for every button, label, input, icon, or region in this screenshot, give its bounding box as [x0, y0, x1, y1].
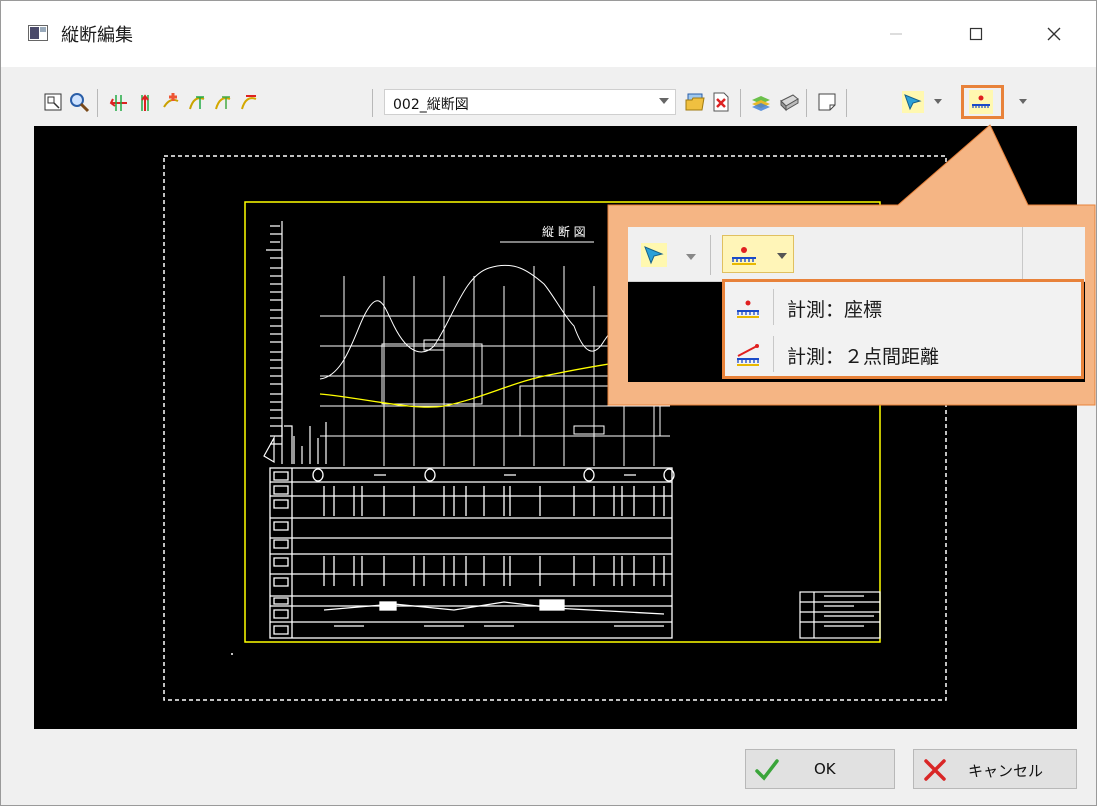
delete-file-icon: [713, 92, 729, 112]
profile-drawing: 縦 断 図: [163, 155, 947, 701]
curve-yellow-button[interactable]: [210, 89, 236, 115]
curve-icon: [189, 96, 205, 110]
layers-icon: [752, 96, 770, 111]
close-icon: [924, 759, 946, 781]
minimize-button[interactable]: [879, 17, 913, 51]
open-folder-button[interactable]: [682, 89, 708, 115]
chevron-down-icon[interactable]: [1019, 99, 1027, 104]
chevron-down-icon[interactable]: [686, 254, 696, 260]
arrow-red-up-icon: [141, 94, 149, 111]
dialog-window: 縦断編集 002_縦断図 縦 断 図 OK キャンセル: [0, 0, 1097, 806]
layers-button[interactable]: [748, 89, 774, 115]
menu-item-label: 計測：２点間距離: [787, 346, 940, 368]
select-pointer-icon[interactable]: [640, 242, 668, 268]
measure-menu: 計測：座標 計測：２点間距離: [722, 279, 1084, 379]
menu-item-measure-distance[interactable]: 計測：２点間距離: [725, 332, 1081, 376]
zoom-extents-icon: [44, 93, 62, 111]
drawing-title: 縦 断 図: [542, 224, 586, 239]
menu-item-label: 計測：座標: [787, 299, 883, 321]
curve-red-button[interactable]: [236, 89, 262, 115]
measure-dropdown-button[interactable]: [722, 235, 794, 273]
maximize-button[interactable]: [959, 17, 993, 51]
arrow-red-button[interactable]: [106, 89, 132, 115]
curve-button[interactable]: [184, 89, 210, 115]
window-title: 縦断編集: [61, 25, 133, 46]
select-pointer-button[interactable]: [900, 89, 926, 115]
title-bar: 縦断編集: [1, 1, 1096, 67]
sheet-icon: [818, 93, 836, 111]
main-toolbar: 002_縦断図: [34, 81, 1077, 123]
zoom-extents-button[interactable]: [40, 89, 66, 115]
check-icon: [755, 759, 779, 781]
popup-toolbar: [628, 227, 1085, 282]
ok-label: OK: [814, 760, 836, 778]
print-icon: [780, 94, 799, 112]
measure-icon: [969, 90, 993, 114]
view-select-value: 002_縦断図: [393, 97, 469, 113]
delete-file-button[interactable]: [708, 89, 734, 115]
measure-distance-icon: [737, 344, 759, 366]
curve-yellow-icon: [215, 96, 231, 110]
select-pointer-icon: [902, 91, 924, 113]
open-folder-icon: [685, 93, 705, 111]
close-button[interactable]: [1037, 17, 1071, 51]
arrow-red-icon: [109, 95, 127, 111]
menu-item-measure-coordinate[interactable]: 計測：座標: [725, 285, 1081, 329]
view-select[interactable]: 002_縦断図: [384, 89, 676, 115]
add-point-button[interactable]: [158, 89, 184, 115]
chevron-down-icon[interactable]: [934, 99, 942, 104]
arrow-red-up-button[interactable]: [132, 89, 158, 115]
maximize-icon: [969, 27, 983, 41]
zoom-icon: [70, 93, 90, 113]
app-icon: [28, 25, 48, 41]
close-icon: [1047, 27, 1061, 41]
measure-button[interactable]: [968, 89, 994, 115]
sheet-button[interactable]: [814, 89, 840, 115]
drawing-canvas[interactable]: 縦 断 図: [34, 126, 1077, 729]
ok-button[interactable]: OK: [745, 749, 895, 789]
cancel-button[interactable]: キャンセル: [913, 749, 1077, 789]
add-point-icon: [163, 93, 179, 108]
curve-red-icon: [241, 95, 257, 110]
measure-coordinate-icon: [737, 300, 759, 318]
print-button[interactable]: [776, 89, 802, 115]
zoom-button[interactable]: [66, 89, 92, 115]
chevron-down-icon: [777, 253, 787, 259]
minimize-icon: [890, 33, 902, 35]
measure-icon: [732, 247, 756, 265]
cancel-label: キャンセル: [968, 762, 1044, 780]
chevron-down-icon: [659, 98, 669, 104]
